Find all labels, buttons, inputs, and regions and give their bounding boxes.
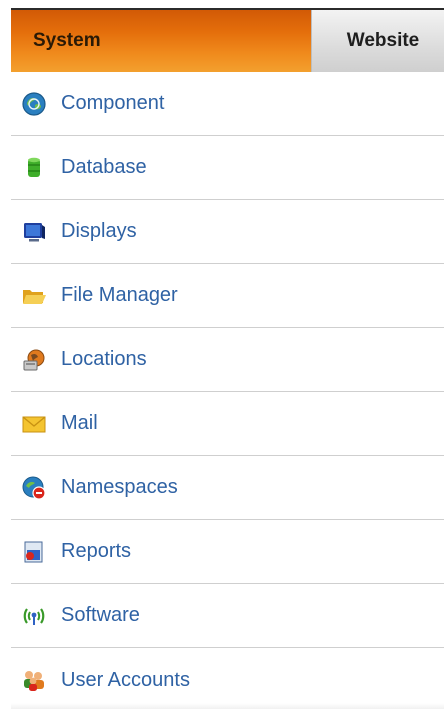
mail-envelope-icon [20,410,48,438]
menu-item-component[interactable]: Component [11,72,444,136]
tab-system[interactable]: System [11,10,311,72]
component-globe-icon [20,90,48,118]
user-accounts-icon [20,666,48,694]
namespaces-icon [20,474,48,502]
menu-item-label: Displays [61,220,137,242]
menu-item-label: Namespaces [61,476,178,498]
reports-icon [20,538,48,566]
database-icon [20,154,48,182]
admin-menu-panel: System Website Component Database Displa… [0,0,444,709]
menu-item-label: Mail [61,412,98,434]
menu-item-label: Database [61,156,147,178]
menu-item-label: User Accounts [61,668,190,691]
menu-item-software[interactable]: Software [11,584,444,648]
menu-item-locations[interactable]: Locations [11,328,444,392]
menu-item-mail[interactable]: Mail [11,392,444,456]
menu-item-label: Reports [61,540,132,562]
menu-item-label: Locations [61,348,147,370]
menu-item-label: File Manager [61,284,178,306]
tab-website-label: Website [346,30,420,51]
monitor-icon [20,218,48,246]
folder-icon [20,282,48,310]
menu-item-label: Component [61,92,165,114]
menu-item-reports[interactable]: Reports [11,520,444,584]
menu-item-displays[interactable]: Displays [11,200,444,264]
locations-icon [20,346,48,374]
software-antenna-icon [20,602,48,630]
menu-item-file-manager[interactable]: File Manager [11,264,444,328]
tab-system-label: System [33,30,101,51]
tab-website[interactable]: Website [311,10,444,72]
menu-item-database[interactable]: Database [11,136,444,200]
panel-bottom-edge [11,703,444,709]
system-menu-list: Component Database Displays File Manager… [11,72,444,712]
tab-bar: System Website [11,8,444,72]
panel-edge [0,0,9,709]
menu-item-label: Software [61,604,140,626]
menu-item-namespaces[interactable]: Namespaces [11,456,444,520]
